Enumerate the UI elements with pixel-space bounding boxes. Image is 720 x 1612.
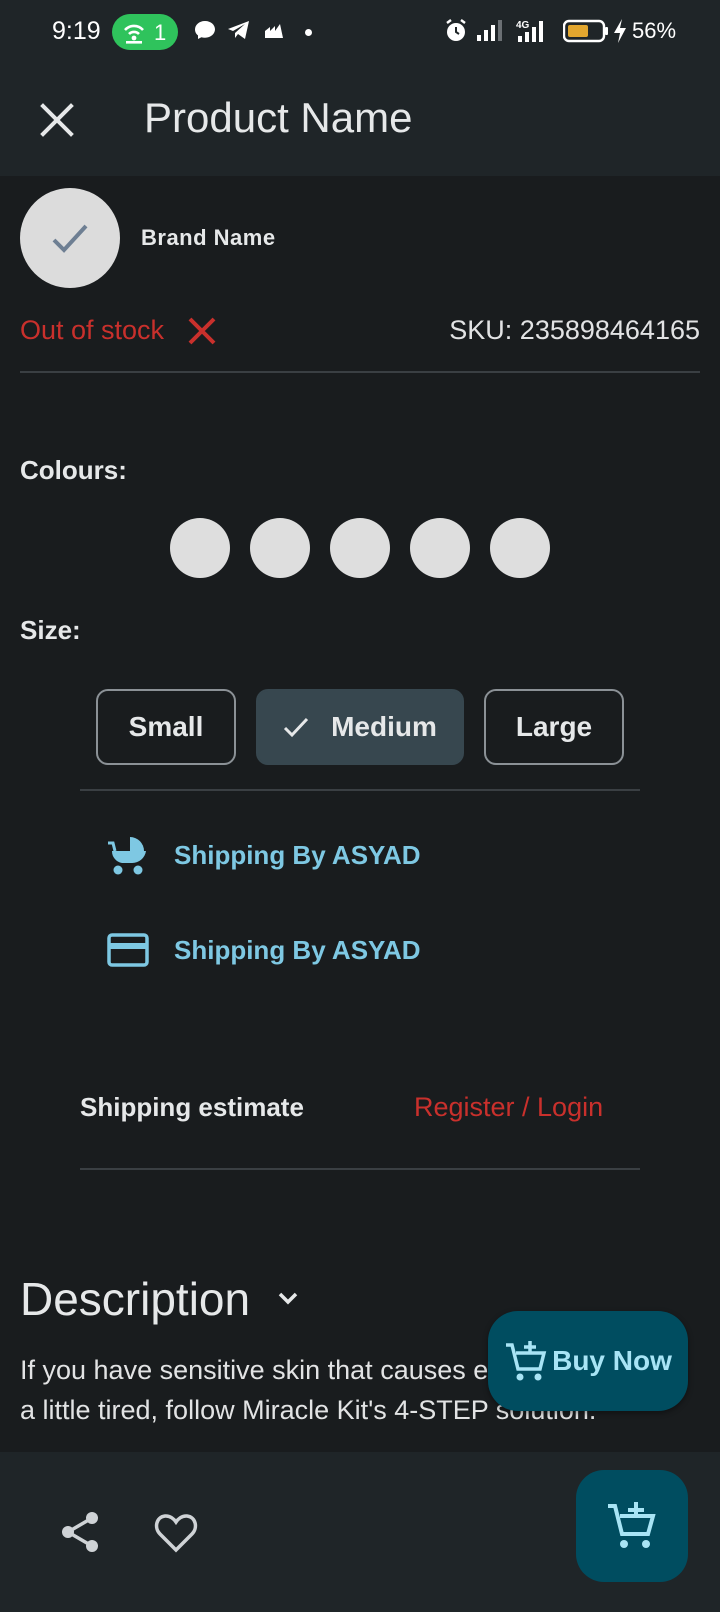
svg-text:4G: 4G xyxy=(516,20,530,31)
signal-4g-icon: 4G xyxy=(516,20,543,42)
heart-icon[interactable] xyxy=(152,1508,200,1556)
app-bar: Product Name xyxy=(0,64,720,176)
page-title: Product Name xyxy=(144,94,413,141)
size-label: Size: xyxy=(20,615,81,645)
signal-icon xyxy=(477,20,502,41)
add-cart-icon xyxy=(608,1502,656,1548)
colour-swatch[interactable] xyxy=(490,518,550,578)
shipping-option-label: Shipping By ASYAD xyxy=(174,934,421,965)
chevron-down-icon[interactable] xyxy=(274,1284,302,1312)
close-icon xyxy=(40,103,74,137)
battery-icon xyxy=(563,19,608,43)
out-of-stock-x-icon xyxy=(188,317,216,345)
messenger-icon xyxy=(195,21,215,39)
colour-swatch[interactable] xyxy=(170,518,230,578)
colour-swatch[interactable] xyxy=(250,518,310,578)
credit-card-icon xyxy=(107,933,149,967)
size-chip-medium[interactable]: Medium xyxy=(256,689,464,765)
size-chip-label: Large xyxy=(515,711,593,742)
size-chip-small[interactable]: Small xyxy=(96,689,236,765)
divider xyxy=(20,371,700,373)
telegram-icon xyxy=(228,21,249,39)
size-chip-label: Small xyxy=(128,711,204,742)
size-chip-large[interactable]: Large xyxy=(484,689,624,765)
shipping-option[interactable]: Shipping By ASYAD xyxy=(106,925,421,975)
alarm-icon xyxy=(446,19,466,41)
bottom-bar xyxy=(0,1452,720,1612)
check-icon xyxy=(52,224,88,253)
divider xyxy=(80,1168,640,1170)
buy-now-label: Buy Now xyxy=(552,1345,672,1376)
divider xyxy=(80,789,640,791)
status-time: 9:19 xyxy=(52,17,101,45)
shipping-option-label: Shipping By ASYAD xyxy=(174,839,421,870)
hotspot-count: 1 xyxy=(154,20,167,45)
more-notifications-dot xyxy=(305,29,312,36)
check-icon xyxy=(284,717,309,738)
hotspot-badge: 1 xyxy=(112,14,178,50)
register-login-link[interactable]: Register / Login xyxy=(414,1092,603,1123)
stroller-icon xyxy=(108,837,146,875)
shipping-option[interactable]: Shipping By ASYAD xyxy=(106,830,421,880)
charging-icon xyxy=(614,19,626,43)
brand-name[interactable]: Brand Name xyxy=(141,225,276,251)
status-bar: 9:19 1 4G 56% xyxy=(0,0,720,64)
colour-swatch[interactable] xyxy=(410,518,470,578)
add-cart-icon xyxy=(506,1341,547,1381)
colours-label: Colours: xyxy=(20,455,127,485)
shipping-estimate-label: Shipping estimate xyxy=(80,1092,304,1122)
size-chip-label: Medium xyxy=(331,711,437,742)
close-button[interactable] xyxy=(32,95,82,145)
brand-avatar[interactable] xyxy=(20,188,120,288)
add-to-cart-button[interactable] xyxy=(576,1470,688,1582)
app-notification-icon xyxy=(265,24,283,38)
share-icon[interactable] xyxy=(56,1508,104,1556)
description-title: Description xyxy=(20,1273,251,1325)
stock-status: Out of stock xyxy=(20,315,165,345)
buy-now-button[interactable]: Buy Now xyxy=(488,1311,688,1411)
hotspot-icon xyxy=(124,24,144,44)
sku-label: SKU: 235898464165 xyxy=(449,315,700,345)
battery-percent: 56% xyxy=(632,18,677,43)
colour-swatch[interactable] xyxy=(330,518,390,578)
